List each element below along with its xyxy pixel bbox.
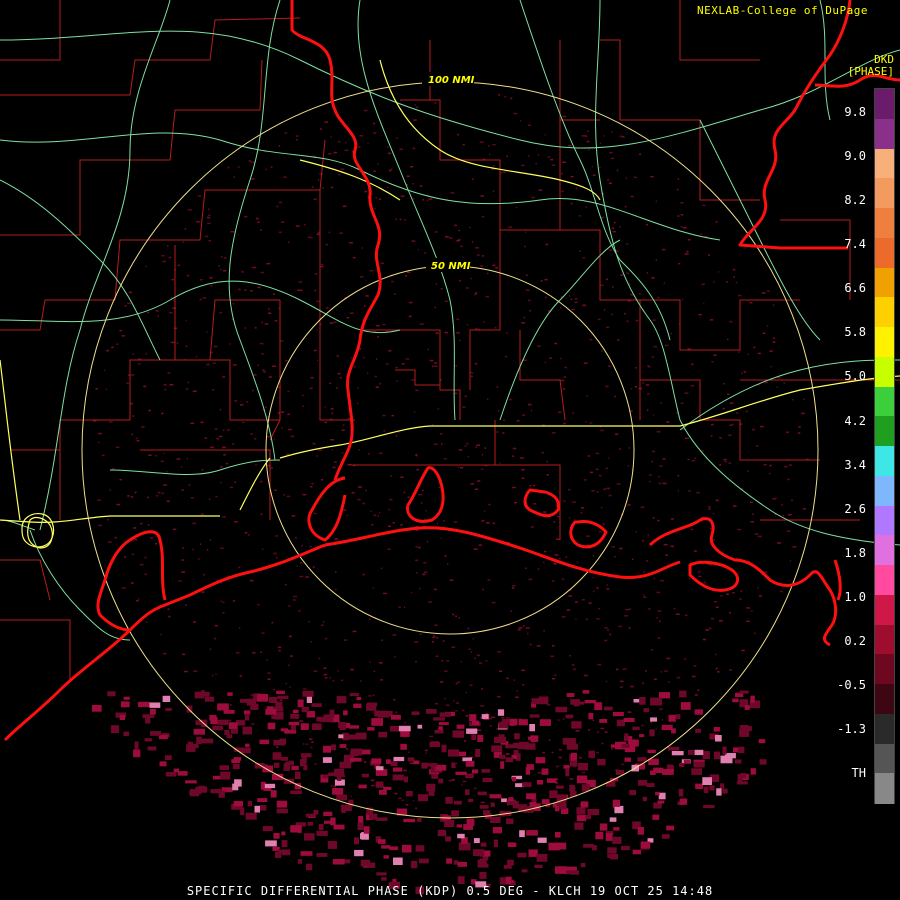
product-units: [PHASE] — [847, 65, 894, 78]
colorbar-label: 2.6 — [844, 501, 866, 516]
colorbar-segment — [875, 148, 894, 180]
colorbar-segment — [875, 237, 894, 269]
colorbar-label: 5.8 — [844, 325, 866, 340]
colorbar-segment — [875, 713, 894, 745]
colorbar-segment — [875, 416, 894, 447]
colorbar-label: 8.2 — [844, 193, 866, 208]
colorbar-label: 9.8 — [844, 105, 866, 119]
colorbar-label: 1.8 — [844, 545, 866, 560]
colorbar-label: TH — [851, 766, 866, 781]
colorbar-label: 9.0 — [844, 149, 866, 164]
colorbar-segment — [875, 743, 894, 775]
colorbar-label: 3.4 — [844, 457, 866, 472]
colorbar-label: 6.6 — [844, 281, 866, 296]
colorbar-segment — [875, 535, 894, 566]
colorbar-label: -0.5 — [837, 677, 866, 692]
colorbar-segment — [875, 178, 894, 209]
colorbar-segment — [875, 654, 894, 685]
colorbar-segment — [875, 118, 894, 150]
credit-label: NEXLAB-College of DuPage — [697, 4, 868, 17]
product-header: DKD [PHASE] — [848, 54, 894, 78]
colorbar-segment — [875, 684, 894, 715]
colorbar-segment — [875, 297, 894, 328]
colorbar-segment — [875, 624, 894, 656]
colorbar-label: 5.0 — [844, 369, 866, 384]
colorbar-segment — [875, 267, 894, 299]
colorbar-segment — [875, 327, 894, 358]
colorbar-segment — [875, 565, 894, 596]
colorbar-label: 7.4 — [844, 237, 866, 252]
range-ring-100nmi-label: 100 NMI — [428, 75, 475, 86]
product-footer: SPECIFIC DIFFERENTIAL PHASE (KDP) 0.5 DE… — [186, 884, 714, 898]
colorbar-segment — [875, 446, 894, 477]
radar-map: 100 NMI 50 NMI — [0, 0, 900, 900]
colorbar-segment — [875, 356, 894, 388]
colorbar-label: 4.2 — [844, 413, 866, 428]
colorbar-segment — [875, 208, 894, 239]
colorbar-segment — [875, 475, 894, 507]
colorbar-segment — [875, 386, 894, 418]
colorbar-label: 1.0 — [844, 589, 866, 604]
colorbar-segment — [875, 773, 894, 804]
colorbar-label: -1.3 — [837, 722, 866, 737]
colorbar-segment — [875, 594, 894, 626]
range-ring-50nmi-label: 50 NMI — [431, 261, 471, 272]
colorbar-label: 0.2 — [844, 633, 866, 648]
colorbar — [874, 88, 895, 804]
colorbar-segment — [875, 89, 894, 120]
colorbar-segment — [875, 505, 894, 537]
